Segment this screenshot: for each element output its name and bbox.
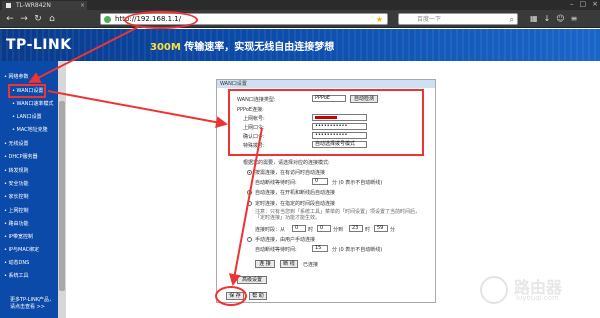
watermark-logo-icon bbox=[480, 276, 508, 304]
watermark: 路由器 luyouqi.com bbox=[480, 270, 590, 308]
watermark-url: luyouqi.com bbox=[516, 294, 559, 302]
arrow-sidebar-to-fields bbox=[47, 90, 228, 129]
arrow-url-to-sidebar bbox=[28, 25, 141, 83]
arrow-fields-to-save bbox=[228, 127, 263, 286]
